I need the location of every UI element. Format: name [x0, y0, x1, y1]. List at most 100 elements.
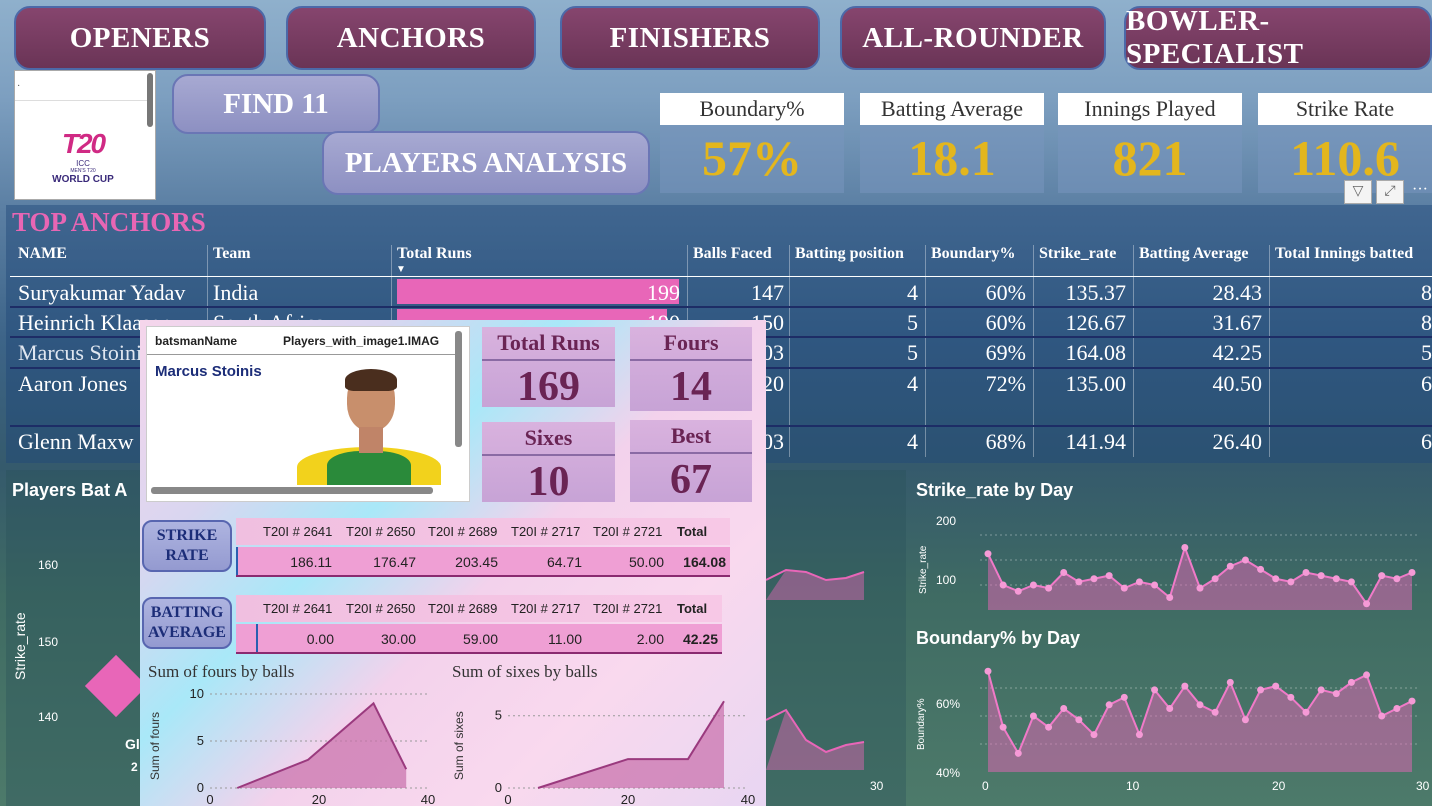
- mid-x-tick: 30: [870, 779, 884, 793]
- data-point: [1257, 565, 1265, 573]
- nav-finishers-button[interactable]: FINISHERS: [560, 6, 820, 70]
- sr-ylabel: Strike_rate: [918, 545, 929, 594]
- data-point: [1090, 731, 1098, 739]
- boundary-by-day-chart[interactable]: [980, 660, 1420, 775]
- y-tick-label: 5: [197, 733, 204, 748]
- x-tick: 20: [1272, 779, 1286, 793]
- table-cell: 68%: [985, 429, 1026, 454]
- focus-mode-icon[interactable]: ⤢: [1376, 180, 1404, 204]
- data-point: [1378, 712, 1386, 720]
- table-cell: Suryakumar Yadav: [18, 280, 186, 305]
- data-point: [1090, 575, 1098, 583]
- data-point: [984, 550, 992, 558]
- table-cell: 135.00: [1065, 371, 1127, 396]
- nav-allrounder-button[interactable]: ALL-ROUNDER: [840, 6, 1106, 70]
- x-tick-label: 40: [421, 792, 435, 806]
- table-cell: 147: [751, 280, 784, 305]
- data-point: [1287, 578, 1295, 586]
- table-cell: India: [213, 280, 259, 305]
- more-options-icon[interactable]: ···: [1408, 180, 1432, 204]
- sixes-by-balls-chart[interactable]: 0 5 0 20 40: [460, 686, 760, 806]
- strike-rate-by-day-chart[interactable]: [980, 510, 1420, 615]
- avg-cell: 30.00: [380, 631, 416, 647]
- stat-total-runs: Total Runs 169: [482, 327, 615, 410]
- col-team[interactable]: Team: [213, 245, 251, 263]
- fours-by-balls-chart[interactable]: 0 5 10 0 20 40: [160, 686, 450, 806]
- data-point: [1408, 569, 1416, 576]
- players-analysis-button[interactable]: PLAYERS ANALYSIS: [322, 131, 650, 195]
- bnd-tick: 40%: [936, 766, 961, 780]
- sixes-chart-title: Sum of sixes by balls: [452, 662, 598, 681]
- player-name: Marcus Stoinis: [155, 363, 262, 380]
- filter-icon[interactable]: ▽: [1344, 180, 1372, 204]
- x-tick: 30: [1416, 779, 1430, 793]
- nav-openers-button[interactable]: OPENERS: [14, 6, 266, 70]
- card-vscrollbar[interactable]: [455, 331, 462, 447]
- col-total-runs[interactable]: Total Runs: [397, 245, 472, 263]
- match-header: T20I # 2641: [263, 601, 333, 616]
- sr-cell: 203.45: [455, 554, 498, 570]
- sr-by-day-title: Strike_rate by Day: [916, 480, 1074, 500]
- bat-tick: 150: [38, 635, 59, 649]
- y-tick-label: 10: [190, 686, 204, 701]
- data-point: [1241, 716, 1249, 724]
- logo-scrollbar[interactable]: [147, 73, 153, 127]
- col-innings[interactable]: Total Innings batted: [1275, 245, 1413, 263]
- table-cell: Marcus Stoinis: [18, 340, 151, 365]
- data-point: [1014, 587, 1022, 595]
- table-cell: 164.08: [1065, 340, 1127, 365]
- data-point: [1166, 594, 1174, 601]
- col-batting-position[interactable]: Batting position: [795, 245, 904, 263]
- x-tick-label: 40: [741, 792, 755, 806]
- col-balls-faced[interactable]: Balls Faced: [693, 245, 772, 263]
- col-strike-rate[interactable]: Strike_rate: [1039, 245, 1116, 263]
- data-point: [1196, 701, 1204, 709]
- col-batsman-name: batsmanName: [155, 334, 238, 348]
- batting-average-label: BATTING AVERAGE: [142, 597, 232, 649]
- data-point: [1272, 575, 1280, 583]
- x-tick: 0: [982, 779, 989, 793]
- data-point: [1151, 581, 1159, 589]
- table-cell: Aaron Jones: [18, 371, 128, 396]
- col-batting-average[interactable]: Batting Average: [1139, 245, 1248, 263]
- bat-partial-label: Gl: [125, 736, 140, 752]
- card-hscrollbar[interactable]: [151, 487, 433, 494]
- table-cell: 135.37: [1065, 280, 1127, 305]
- data-point: [1257, 686, 1265, 694]
- data-point: [1302, 569, 1310, 576]
- total-header: Total: [677, 601, 708, 616]
- t20-world-cup-logo: T20 ICC MEN'S T20 WORLD CUP: [52, 128, 114, 186]
- player-photo: [297, 367, 441, 485]
- table-cell: 8: [1421, 310, 1432, 335]
- data-point: [1332, 575, 1340, 583]
- data-point: [1347, 678, 1355, 686]
- nav-bowler-button[interactable]: BOWLER-SPECIALIST: [1124, 5, 1432, 70]
- table-cell: Glenn Maxw: [18, 429, 134, 454]
- y-tick-label: 0: [495, 780, 502, 795]
- data-point: [1045, 723, 1053, 731]
- sr-tick: 200: [936, 514, 957, 528]
- bnd-by-day-title: Boundary% by Day: [916, 628, 1081, 648]
- data-point: [1287, 693, 1295, 701]
- data-point: [1196, 584, 1204, 592]
- col-boundary[interactable]: Boundary%: [931, 245, 1015, 263]
- data-point: [1075, 716, 1083, 724]
- table-cell: 4: [907, 280, 918, 305]
- table-cell: 5: [907, 340, 918, 365]
- sr-cell: 176.47: [373, 554, 416, 570]
- sr-cell: 64.71: [546, 554, 582, 570]
- table-cell: 199: [647, 280, 680, 305]
- match-header: T20I # 2721: [593, 524, 663, 539]
- x-tick-label: 20: [312, 792, 326, 806]
- mid-chart-fragment: [766, 568, 865, 770]
- x-tick: 10: [1126, 779, 1140, 793]
- y-tick-label: 5: [495, 708, 502, 723]
- sort-desc-icon[interactable]: ▼: [396, 264, 406, 275]
- bat-tick: 160: [38, 558, 59, 572]
- kpi-batting-average: Batting Average 18.1: [860, 93, 1044, 193]
- find-11-button[interactable]: FIND 11: [172, 74, 380, 134]
- col-name[interactable]: NAME: [18, 245, 67, 263]
- nav-anchors-button[interactable]: ANCHORS: [286, 6, 536, 70]
- data-point: [1120, 693, 1128, 701]
- bnd-tick: 60%: [936, 697, 961, 711]
